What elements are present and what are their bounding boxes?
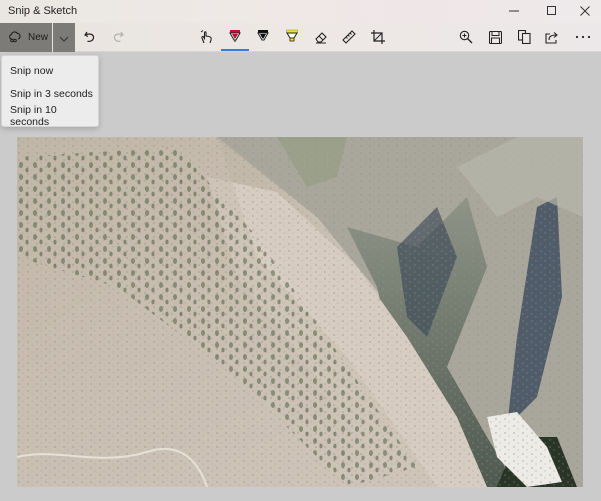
eraser-icon — [314, 30, 328, 44]
crop-icon — [371, 30, 385, 44]
ruler-icon — [342, 30, 356, 44]
zoom-in-icon — [459, 30, 473, 44]
snip-options-menu: Snip now Snip in 3 seconds Snip in 10 se… — [1, 55, 99, 128]
touch-writing-icon — [199, 29, 215, 45]
toolbar: New — [0, 23, 601, 52]
save-icon — [488, 30, 502, 44]
minimize-button[interactable] — [497, 0, 531, 23]
save-button[interactable] — [484, 27, 506, 47]
close-button[interactable] — [568, 0, 601, 23]
menu-item-snip-10-seconds[interactable]: Snip in 10 seconds — [2, 104, 98, 128]
title-bar: Snip & Sketch — [0, 0, 601, 23]
pencil-icon — [256, 29, 270, 45]
menu-item-snip-now[interactable]: Snip now — [2, 60, 98, 83]
menu-item-snip-3-seconds[interactable]: Snip in 3 seconds — [2, 83, 98, 106]
highlighter-button[interactable] — [281, 27, 303, 47]
share-icon — [545, 31, 559, 44]
chevron-down-icon — [59, 29, 69, 47]
mountain-photo — [17, 137, 583, 487]
zoom-button[interactable] — [455, 27, 477, 47]
ruler-button[interactable] — [338, 27, 360, 47]
ballpoint-pen-button[interactable] — [224, 27, 246, 47]
touch-writing-button[interactable] — [196, 27, 218, 47]
copy-button[interactable] — [513, 27, 535, 47]
more-icon — [575, 35, 591, 39]
close-icon — [580, 5, 590, 19]
snip-options-dropdown[interactable] — [53, 23, 75, 52]
pencil-button[interactable] — [252, 27, 274, 47]
undo-icon — [83, 30, 97, 44]
undo-button[interactable] — [79, 27, 101, 47]
app-title: Snip & Sketch — [8, 5, 78, 17]
maximize-icon — [547, 5, 557, 19]
ballpoint-pen-icon — [228, 29, 242, 45]
minimize-icon — [509, 5, 519, 19]
redo-icon — [111, 30, 125, 44]
more-options-button[interactable] — [572, 27, 594, 47]
captured-image[interactable] — [17, 137, 583, 487]
new-label: New — [28, 32, 49, 43]
crop-button[interactable] — [367, 27, 389, 47]
active-tool-indicator — [221, 49, 249, 51]
share-button[interactable] — [541, 27, 563, 47]
copy-icon — [517, 30, 531, 44]
eraser-button[interactable] — [310, 27, 332, 47]
highlighter-icon — [285, 29, 299, 45]
new-snip-button[interactable]: New — [0, 23, 52, 52]
snip-icon — [8, 29, 22, 46]
maximize-button[interactable] — [535, 0, 569, 23]
redo-button[interactable] — [107, 27, 129, 47]
